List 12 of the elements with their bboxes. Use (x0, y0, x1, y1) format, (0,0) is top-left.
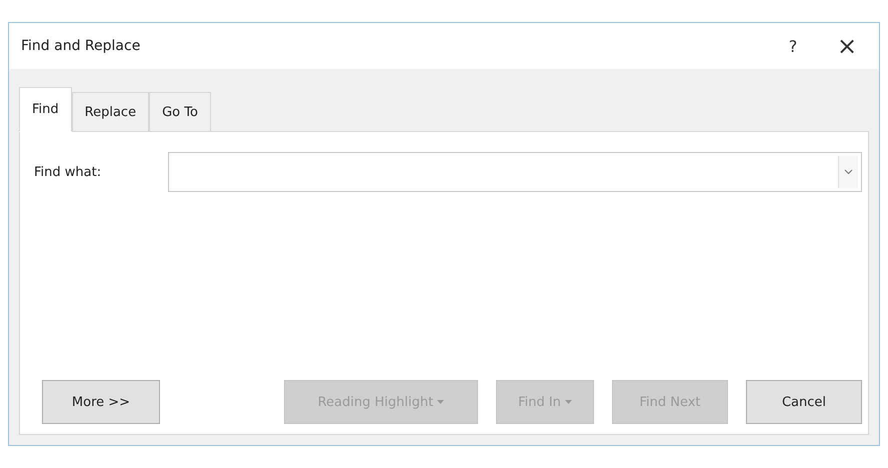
tab[interactable]: Replace (72, 92, 150, 132)
close-button[interactable]: × (825, 28, 869, 64)
help-button[interactable]: ? (771, 28, 815, 64)
find-what-field[interactable] (168, 152, 862, 192)
field-label: Find what: (34, 164, 102, 180)
tab[interactable]: Go To (149, 92, 211, 132)
dialog-button[interactable]: Cancel (746, 380, 862, 424)
chevron-down-icon (844, 169, 853, 175)
window-title: Find and Replace (21, 38, 142, 54)
dropdown-button[interactable] (838, 156, 858, 188)
dialog-button[interactable]: More >> (42, 380, 160, 424)
tab[interactable]: Find (19, 87, 72, 132)
